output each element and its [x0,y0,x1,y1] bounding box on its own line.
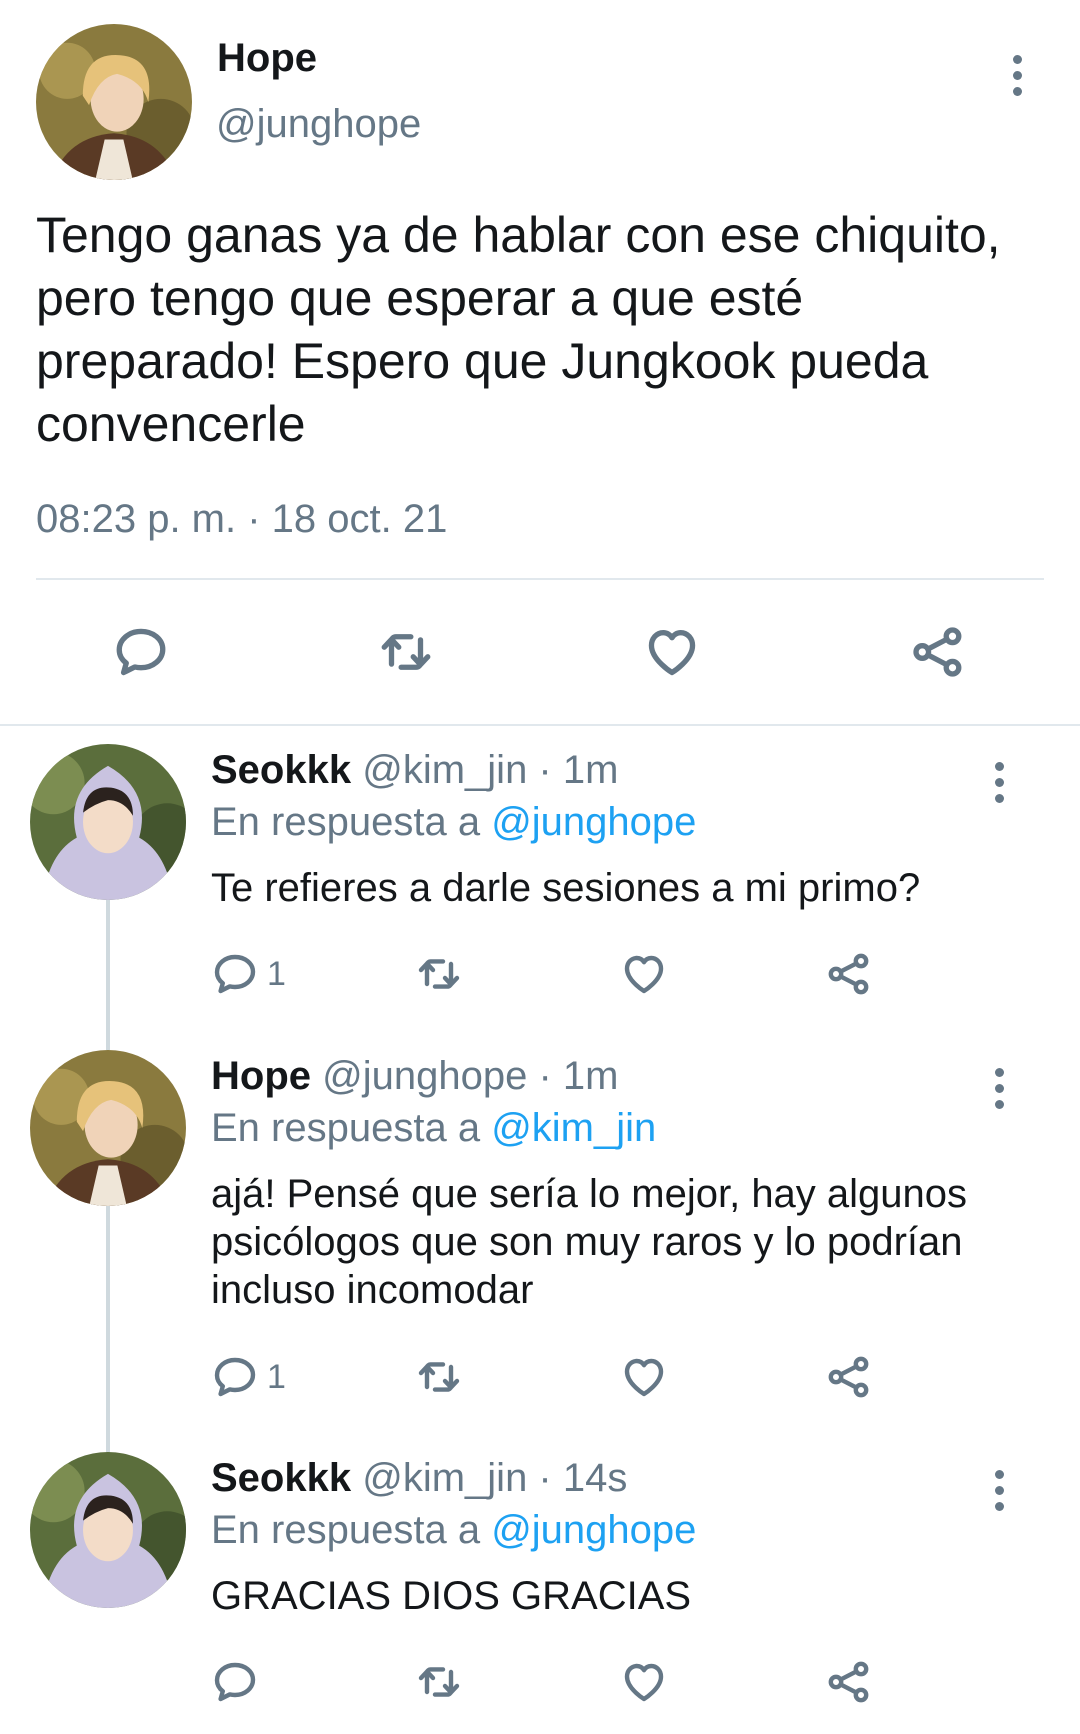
author-name[interactable]: Hope [211,1054,311,1098]
reply-context: En respuesta a @kim_jin [211,1106,656,1151]
author-name[interactable]: Hope [217,36,317,81]
avatar[interactable] [36,24,192,180]
reply-count: 1 [267,954,286,993]
reply-actions: 1 [0,944,1080,1004]
avatar[interactable] [30,744,186,900]
tweet-timestamp: 08:23 p. m. · 18 oct. 21 [36,497,448,541]
avatar[interactable] [30,1050,186,1206]
more-options-icon[interactable] [979,754,1019,810]
share-icon[interactable] [825,1347,873,1407]
retweet-icon[interactable] [415,1347,463,1407]
reply-prefix: En respuesta a [211,800,492,844]
reply-header: Hope @junghope · 1m [211,1054,618,1099]
reply-button[interactable] [211,1652,267,1712]
author-handle[interactable]: @kim_jin [362,1456,527,1500]
reply-button[interactable]: 1 [211,944,286,1004]
more-options-icon[interactable] [979,1462,1019,1518]
reply-time: 1m [562,748,619,792]
main-tweet: Hope @junghope Tengo ganas ya de hablar … [0,0,1080,726]
tweet-text: Tengo ganas ya de hablar con ese chiquit… [36,207,1001,452]
like-icon[interactable] [620,944,668,1004]
separator: · [527,1054,563,1098]
reply-tweet[interactable]: Seokkk @kim_jin · 14s En respuesta a @ju… [0,1452,1080,1734]
reply-actions [0,1652,1080,1712]
reply-text: ajá! Pensé que sería lo mejor, hay algun… [211,1172,968,1312]
separator: · [527,1456,563,1500]
reply-count: 1 [267,1357,286,1396]
author-handle[interactable]: @junghope [216,102,421,147]
share-icon[interactable] [825,944,873,1004]
retweet-icon[interactable] [415,1652,463,1712]
mention-link[interactable]: @kim_jin [491,1106,656,1150]
like-icon[interactable] [640,620,704,684]
author-handle[interactable]: @junghope [322,1054,527,1098]
reply-context: En respuesta a @junghope [211,800,696,845]
author-name[interactable]: Seokkk [211,748,351,792]
retweet-icon[interactable] [374,620,438,684]
reply-prefix: En respuesta a [211,1508,492,1552]
reply-icon [211,1353,259,1401]
reply-time: 1m [562,1054,619,1098]
reply-icon [211,1658,259,1706]
mention-link[interactable]: @junghope [491,1508,696,1552]
like-icon[interactable] [620,1347,668,1407]
more-options-icon[interactable] [997,47,1037,103]
mention-link[interactable]: @junghope [491,800,696,844]
reply-button[interactable]: 1 [211,1347,286,1407]
reply-tweet[interactable]: Hope @junghope · 1m En respuesta a @kim_… [0,1050,1080,1430]
reply-header: Seokkk @kim_jin · 14s [211,1456,627,1501]
reply-prefix: En respuesta a [211,1106,492,1150]
reply-header: Seokkk @kim_jin · 1m [211,748,618,793]
reply-time: 14s [562,1456,628,1500]
share-icon[interactable] [825,1652,873,1712]
share-icon[interactable] [906,620,970,684]
more-options-icon[interactable] [979,1060,1019,1116]
avatar[interactable] [30,1452,186,1608]
reply-text: GRACIAS DIOS GRACIAS [211,1574,692,1618]
reply-context: En respuesta a @junghope [211,1508,696,1553]
separator: · [527,748,563,792]
retweet-icon[interactable] [415,944,463,1004]
author-handle[interactable]: @kim_jin [362,748,527,792]
reply-icon [211,950,259,998]
reply-icon[interactable] [109,620,173,684]
like-icon[interactable] [620,1652,668,1712]
reply-text: Te refieres a darle sesiones a mi primo? [211,866,921,910]
divider [0,724,1080,726]
reply-actions: 1 [0,1347,1080,1407]
reply-tweet[interactable]: Seokkk @kim_jin · 1m En respuesta a @jun… [0,744,1080,1004]
author-name[interactable]: Seokkk [211,1456,351,1500]
divider [36,578,1044,580]
